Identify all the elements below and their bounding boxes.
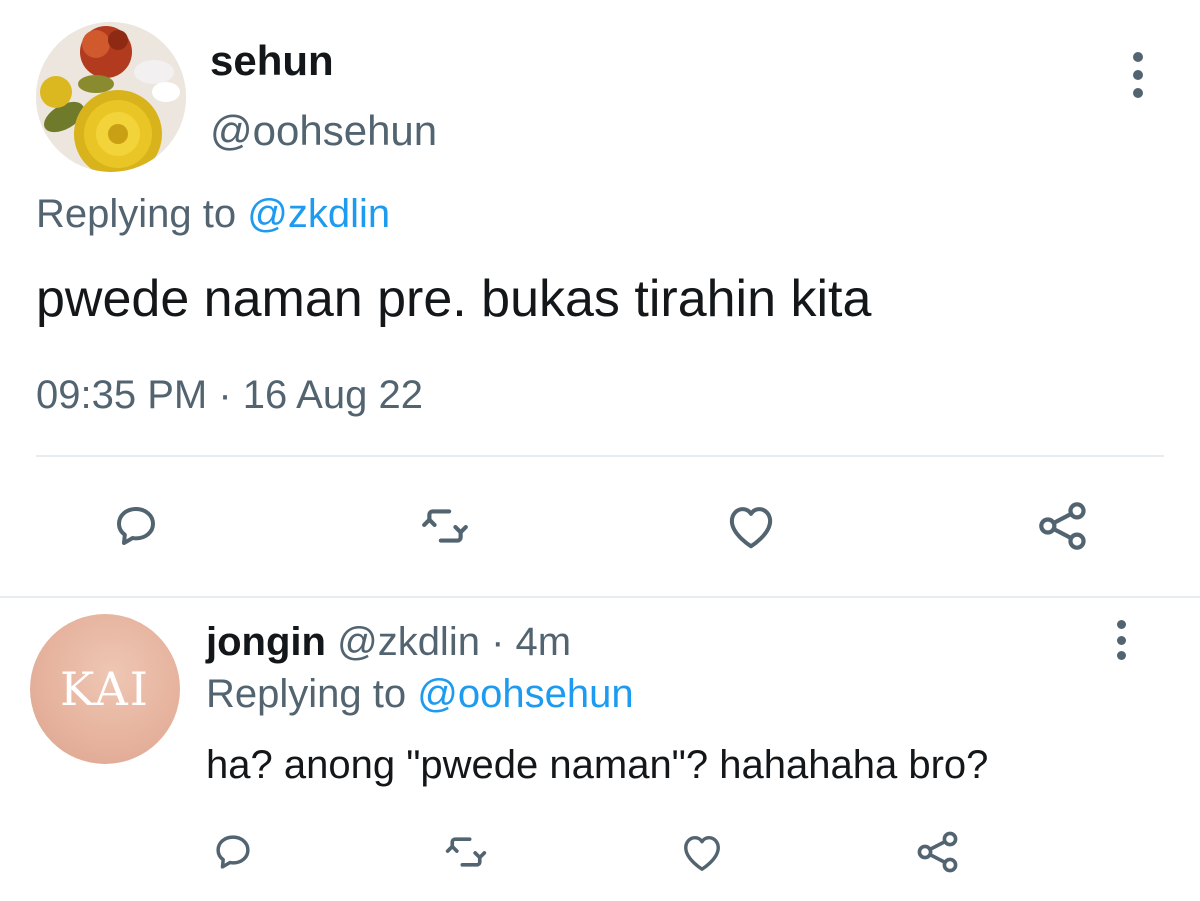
retweet-button[interactable] (438, 825, 494, 879)
like-button[interactable] (674, 825, 730, 879)
replying-to-mention[interactable]: @zkdlin (247, 192, 390, 236)
retweet-icon (422, 509, 468, 543)
handle-and-time[interactable]: @zkdlin · 4m (326, 620, 571, 664)
reply-icon (216, 835, 250, 869)
share-icon (1039, 502, 1086, 550)
replying-to-label: Replying to (36, 192, 237, 236)
share-button[interactable] (1028, 495, 1098, 557)
replying-to-label: Replying to (206, 672, 407, 716)
reply-icon (117, 507, 155, 545)
tweet-text: pwede naman pre. bukas tirahin kita (36, 270, 872, 328)
share-button[interactable] (910, 825, 966, 879)
avatar[interactable] (36, 22, 186, 172)
retweet-icon (445, 837, 487, 867)
divider (0, 596, 1200, 598)
avatar-logo-text: KAI (60, 662, 150, 716)
like-icon (729, 507, 773, 549)
username-handle[interactable]: @oohsehun (210, 106, 437, 156)
display-name[interactable]: sehun (210, 36, 334, 86)
avatar[interactable]: KAI (30, 614, 180, 764)
flower-avatar-image (36, 22, 186, 172)
replying-to-line: Replying to @oohsehun (206, 670, 634, 718)
replying-to-line: Replying to @zkdlin (36, 190, 390, 238)
retweet-button[interactable] (410, 495, 480, 557)
divider (36, 455, 1164, 457)
replying-to-mention[interactable]: @oohsehun (417, 672, 633, 716)
reply-button[interactable] (101, 495, 171, 557)
more-options-icon[interactable] (1118, 52, 1158, 98)
reply-header: jongin @zkdlin · 4m (206, 618, 571, 666)
tweet-timestamp[interactable]: 09:35 PM · 16 Aug 22 (36, 370, 423, 420)
display-name[interactable]: jongin (206, 620, 326, 664)
share-icon (917, 831, 958, 873)
reply-button[interactable] (205, 825, 261, 879)
more-options-icon[interactable] (1101, 620, 1141, 660)
like-button[interactable] (716, 495, 786, 557)
like-icon (684, 835, 720, 871)
tweet-text: ha? anong "pwede naman"? hahahaha bro? (206, 743, 989, 787)
